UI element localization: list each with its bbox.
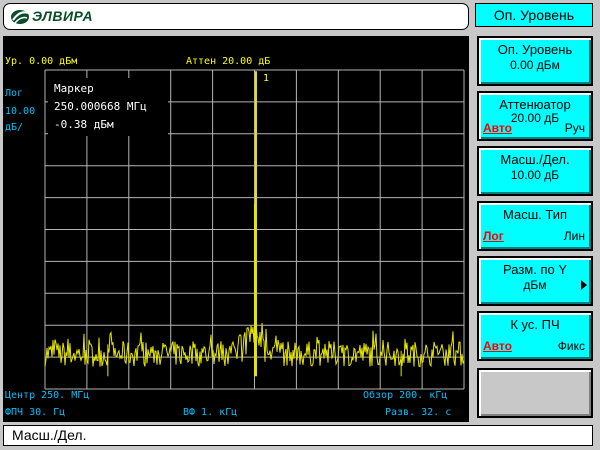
softkey-title: Масш. Тип	[502, 207, 568, 222]
softkey-option-auto: Авто	[483, 121, 512, 135]
softkey-ref-level[interactable]: Оп. Уровень 0.00 дБм	[477, 36, 593, 86]
softkey-value: 0.00 дБм	[510, 58, 560, 72]
elvira-logo-icon	[11, 10, 29, 24]
rbw-readout: ФПЧ 30. Гц	[5, 407, 66, 418]
softkey-empty[interactable]	[477, 368, 593, 418]
status-bar: Масш./Дел.	[3, 425, 593, 446]
softkey-attenuator[interactable]: Аттенюатор 20.00 дБ Авто Руч	[477, 91, 593, 141]
softkey-title: Разм. по Y	[503, 262, 567, 277]
softkey-menu-title: Оп. Уровень	[475, 3, 593, 27]
span-readout: Обзор 200. кГц	[363, 390, 448, 401]
marker-readout: Маркер 250.000668 МГц -0.38 дБм	[48, 78, 168, 136]
softkey-scale-div[interactable]: Масш./Дел. 10.00 дБ	[477, 146, 593, 196]
softkey-if-gain[interactable]: К ус. ПЧ Авто Фикс	[477, 311, 593, 361]
logo-bar: ЭЛВИРА	[3, 3, 469, 30]
marker-level: -0.38 дБм	[54, 118, 114, 131]
logo-text: ЭЛВИРА	[32, 8, 94, 24]
softkey-value: дБм	[523, 278, 547, 292]
softkey-value: 10.00 дБ	[510, 168, 560, 182]
softkey-title: Аттенюатор	[499, 97, 571, 112]
sweep-time-readout: Разв. 32. с	[385, 407, 452, 418]
attenuation-readout: Аттен 20.00 дБ	[186, 56, 271, 67]
softkey-title: К ус. ПЧ	[510, 317, 560, 332]
reference-level-readout: Ур. 0.00 дБм	[5, 56, 78, 67]
softkey-option-lin: Лин	[563, 229, 585, 243]
softkey-option-manual: Руч	[564, 121, 585, 135]
marker-number-label: 1	[263, 73, 270, 84]
scale-unit-label: дБ/	[5, 122, 24, 133]
center-frequency-readout: Центр 250. МГц	[5, 390, 90, 401]
marker-title: Маркер	[54, 82, 94, 95]
spectrum-display: Ур. 0.00 дБм Аттен 20.00 дБ 1 Лог 10.00 …	[3, 36, 469, 422]
right-arrow-icon	[581, 280, 587, 290]
softkey-option-fixed: Фикс	[557, 339, 585, 353]
softkey-scale-type[interactable]: Масш. Тип Лог Лин	[477, 201, 593, 251]
softkey-title: Масш./Дел.	[500, 152, 570, 167]
softkey-option-log: Лог	[483, 229, 504, 243]
softkey-title: Оп. Уровень	[497, 42, 573, 57]
scale-type-label: Лог	[5, 88, 24, 99]
marker-frequency: 250.000668 МГц	[54, 100, 147, 113]
scale-value-label: 10.00	[5, 106, 36, 117]
vbw-readout: ВФ 1. кГц	[183, 407, 238, 418]
softkey-y-units[interactable]: Разм. по Y дБм	[477, 256, 593, 306]
softkey-option-auto: Авто	[483, 339, 512, 353]
